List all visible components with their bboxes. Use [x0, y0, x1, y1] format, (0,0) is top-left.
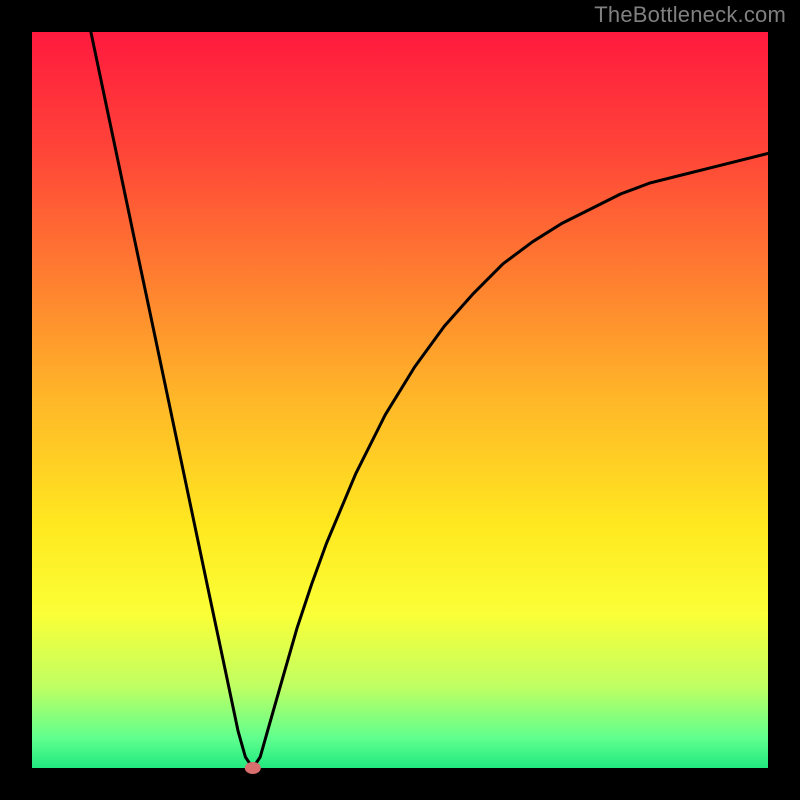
watermark-label: TheBottleneck.com: [594, 2, 786, 28]
plot-background: [32, 32, 768, 768]
bottleneck-chart: [0, 0, 800, 800]
chart-container: TheBottleneck.com: [0, 0, 800, 800]
minimum-marker: [245, 762, 261, 774]
